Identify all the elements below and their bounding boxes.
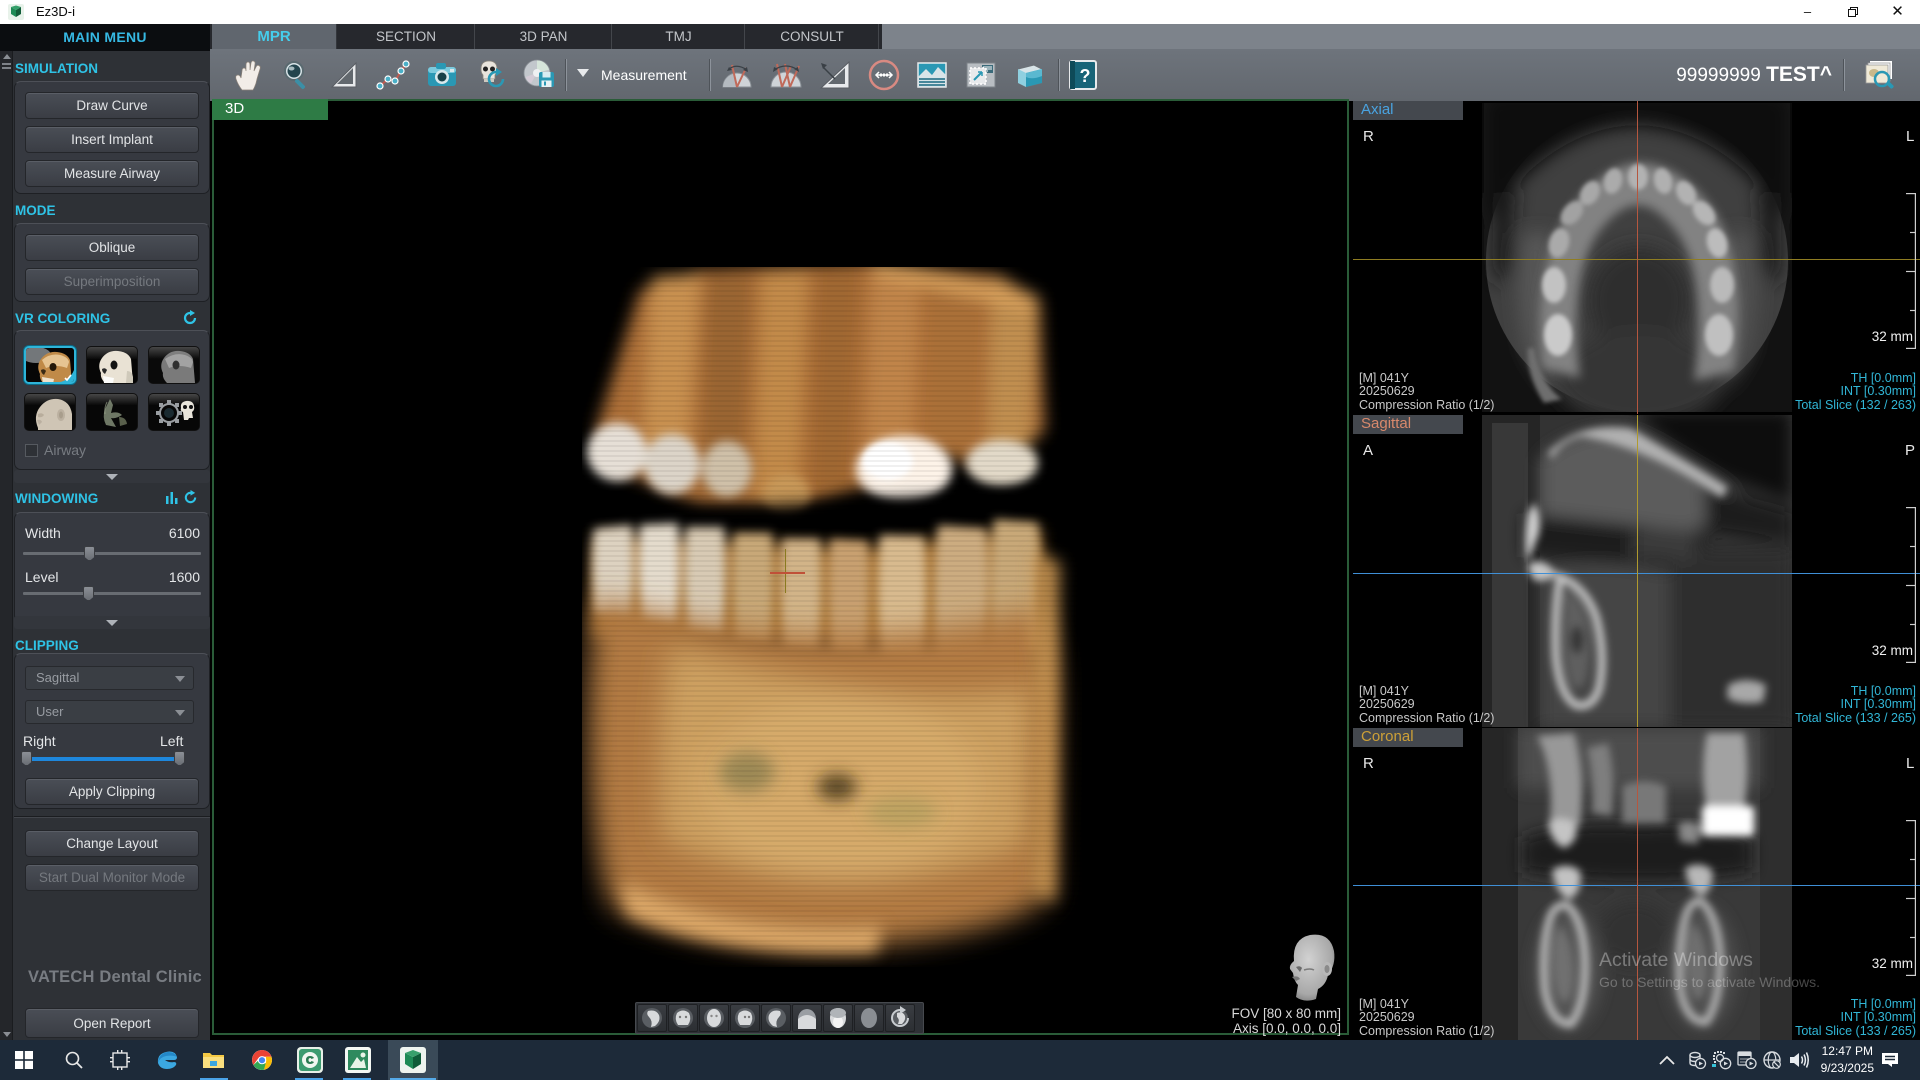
svg-text:?: ? xyxy=(1080,66,1091,86)
